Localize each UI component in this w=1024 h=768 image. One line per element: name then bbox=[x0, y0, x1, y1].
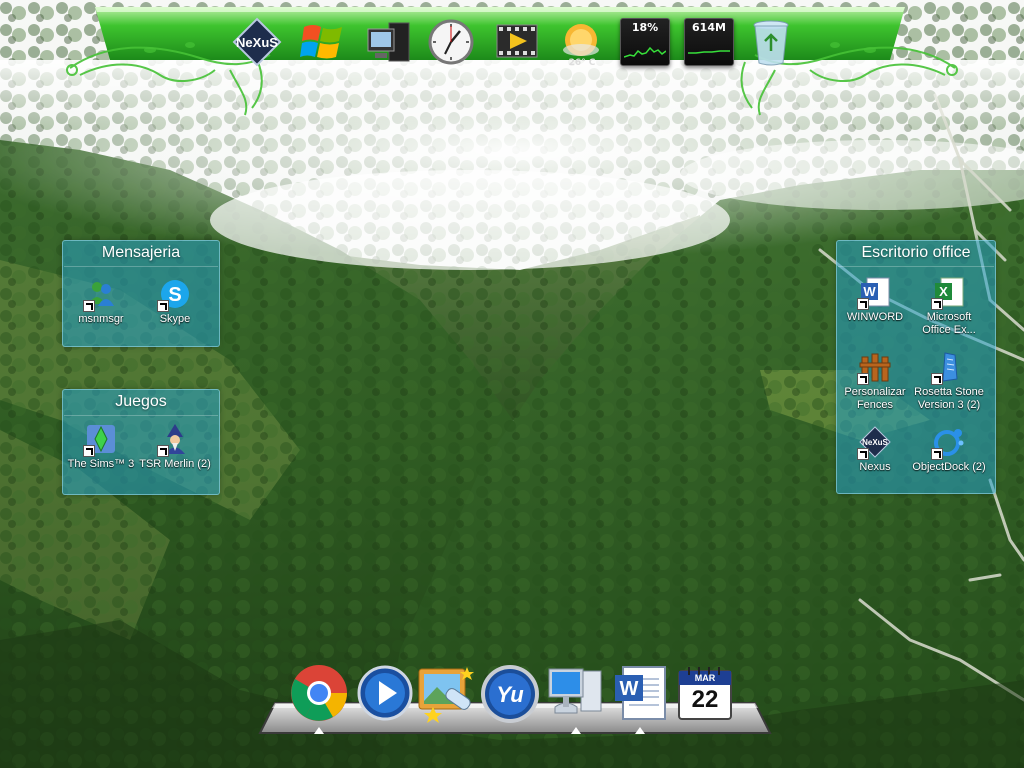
desktop-icon-nexus[interactable]: NeXuS Nexus bbox=[837, 426, 913, 474]
desktop-icon-winword[interactable]: W WINWORD bbox=[837, 276, 913, 324]
word-icon[interactable]: W bbox=[611, 663, 671, 723]
desktop-icon-label: The Sims™ 3 bbox=[67, 458, 135, 470]
desktop-icon-label: Nexus bbox=[859, 461, 891, 473]
fence-title: Mensajeria bbox=[101, 244, 181, 261]
msn-messenger-icon bbox=[83, 278, 117, 312]
excel-icon: X bbox=[931, 276, 965, 310]
fences-icon bbox=[857, 351, 891, 385]
shortcut-arrow-icon bbox=[931, 373, 943, 385]
nexus-logo-icon[interactable]: NeXuS bbox=[230, 14, 284, 70]
memory-meter[interactable]: 614M bbox=[684, 18, 734, 66]
clock-icon[interactable] bbox=[424, 14, 478, 70]
running-indicator bbox=[314, 727, 324, 734]
bottom-dock: Yu W MAR 22 bbox=[255, 655, 775, 740]
word-icon: W bbox=[857, 276, 891, 310]
sims3-icon bbox=[83, 423, 117, 457]
shortcut-arrow-icon bbox=[157, 445, 169, 457]
shortcut-arrow-icon bbox=[931, 298, 943, 310]
desktop-icon-label: Microsoft Office Ex... bbox=[922, 311, 976, 336]
media-player-icon[interactable] bbox=[355, 663, 415, 723]
desktop-icon-label: ObjectDock (2) bbox=[912, 461, 986, 473]
desktop-icon-merlin[interactable]: TSR Merlin (2) bbox=[137, 423, 213, 471]
svg-text:NeXuS: NeXuS bbox=[236, 35, 278, 50]
memory-graph bbox=[688, 50, 730, 54]
chrome-icon[interactable] bbox=[289, 663, 349, 723]
temperature-label: 26° C bbox=[568, 58, 596, 68]
my-computer-icon[interactable] bbox=[545, 663, 605, 723]
calendar-month: MAR bbox=[694, 673, 716, 683]
desktop-icon-personalizar-fences[interactable]: Personalizar Fences bbox=[837, 351, 913, 412]
calendar-day: 22 bbox=[691, 686, 719, 713]
shortcut-arrow-icon bbox=[857, 298, 869, 310]
desktop-icon-label: Rosetta Stone Version 3 (2) bbox=[914, 386, 984, 411]
shortcut-arrow-icon bbox=[857, 373, 869, 385]
rosetta-stone-icon bbox=[931, 351, 965, 385]
svg-text:X: X bbox=[939, 284, 948, 299]
yu-icon[interactable]: Yu bbox=[479, 663, 539, 723]
recycle-bin-icon[interactable] bbox=[744, 14, 798, 70]
desktop-icon-sims3[interactable]: The Sims™ 3 bbox=[63, 423, 139, 471]
desktop-icon-rosetta-stone[interactable]: Rosetta Stone Version 3 (2) bbox=[911, 351, 987, 412]
svg-text:W: W bbox=[863, 284, 876, 299]
fence-juegos[interactable]: Juegos The Sims™ 3 TSR Merlin (2) bbox=[62, 389, 220, 495]
running-indicator bbox=[571, 727, 581, 734]
desktop-icon-excel[interactable]: X Microsoft Office Ex... bbox=[911, 276, 987, 337]
svg-text:Yu: Yu bbox=[496, 682, 524, 707]
cpu-usage-value: 18% bbox=[631, 21, 659, 34]
running-indicator bbox=[635, 727, 645, 734]
media-player-icon[interactable] bbox=[490, 14, 544, 70]
shortcut-arrow-icon bbox=[157, 300, 169, 312]
desktop-icon-msnmsgr[interactable]: msnmsgr bbox=[63, 278, 139, 326]
svg-text:S: S bbox=[168, 284, 181, 306]
desktop-icon-objectdock[interactable]: ObjectDock (2) bbox=[911, 426, 987, 474]
desktop-icon-label: TSR Merlin (2) bbox=[139, 458, 211, 470]
shortcut-arrow-icon bbox=[83, 445, 95, 457]
desktop-icon-label: WINWORD bbox=[846, 311, 904, 323]
shortcut-arrow-icon bbox=[857, 448, 869, 460]
fence-mensajeria[interactable]: Mensajeria msnmsgr S Skype bbox=[62, 240, 220, 347]
fence-divider bbox=[64, 415, 218, 416]
windows-start-icon[interactable] bbox=[296, 14, 350, 70]
fence-title: Juegos bbox=[115, 393, 167, 410]
top-dock: NeXuS 26° C 18% 614M bbox=[0, 0, 1024, 130]
photo-viewer-icon[interactable] bbox=[415, 663, 475, 723]
computer-icon[interactable] bbox=[362, 14, 416, 70]
shortcut-arrow-icon bbox=[931, 448, 943, 460]
cpu-meter[interactable]: 18% bbox=[620, 18, 670, 66]
desktop-icon-skype[interactable]: S Skype bbox=[137, 278, 213, 326]
desktop-icon-label: Personalizar Fences bbox=[844, 386, 906, 411]
nexus-icon: NeXuS bbox=[857, 426, 891, 460]
desktop[interactable]: NeXuS 26° C 18% 614M Mensajeria msnmsgr … bbox=[0, 0, 1024, 768]
memory-usage-value: 614M bbox=[692, 21, 726, 34]
calendar-icon[interactable]: MAR 22 bbox=[675, 663, 735, 723]
desktop-icon-label: msnmsgr bbox=[78, 313, 124, 325]
svg-text:NeXuS: NeXuS bbox=[862, 438, 888, 447]
objectdock-icon bbox=[931, 426, 965, 460]
desktop-icon-label: Skype bbox=[159, 313, 191, 325]
shortcut-arrow-icon bbox=[83, 300, 95, 312]
merlin-icon bbox=[157, 423, 191, 457]
skype-icon: S bbox=[157, 278, 191, 312]
cpu-graph bbox=[624, 46, 666, 58]
fence-escritorio-office[interactable]: Escritorio office W WINWORD X Microsoft … bbox=[836, 240, 996, 494]
fence-title: Escritorio office bbox=[861, 244, 971, 261]
fence-divider bbox=[838, 266, 994, 267]
fence-divider bbox=[64, 266, 218, 267]
svg-text:W: W bbox=[620, 678, 639, 700]
